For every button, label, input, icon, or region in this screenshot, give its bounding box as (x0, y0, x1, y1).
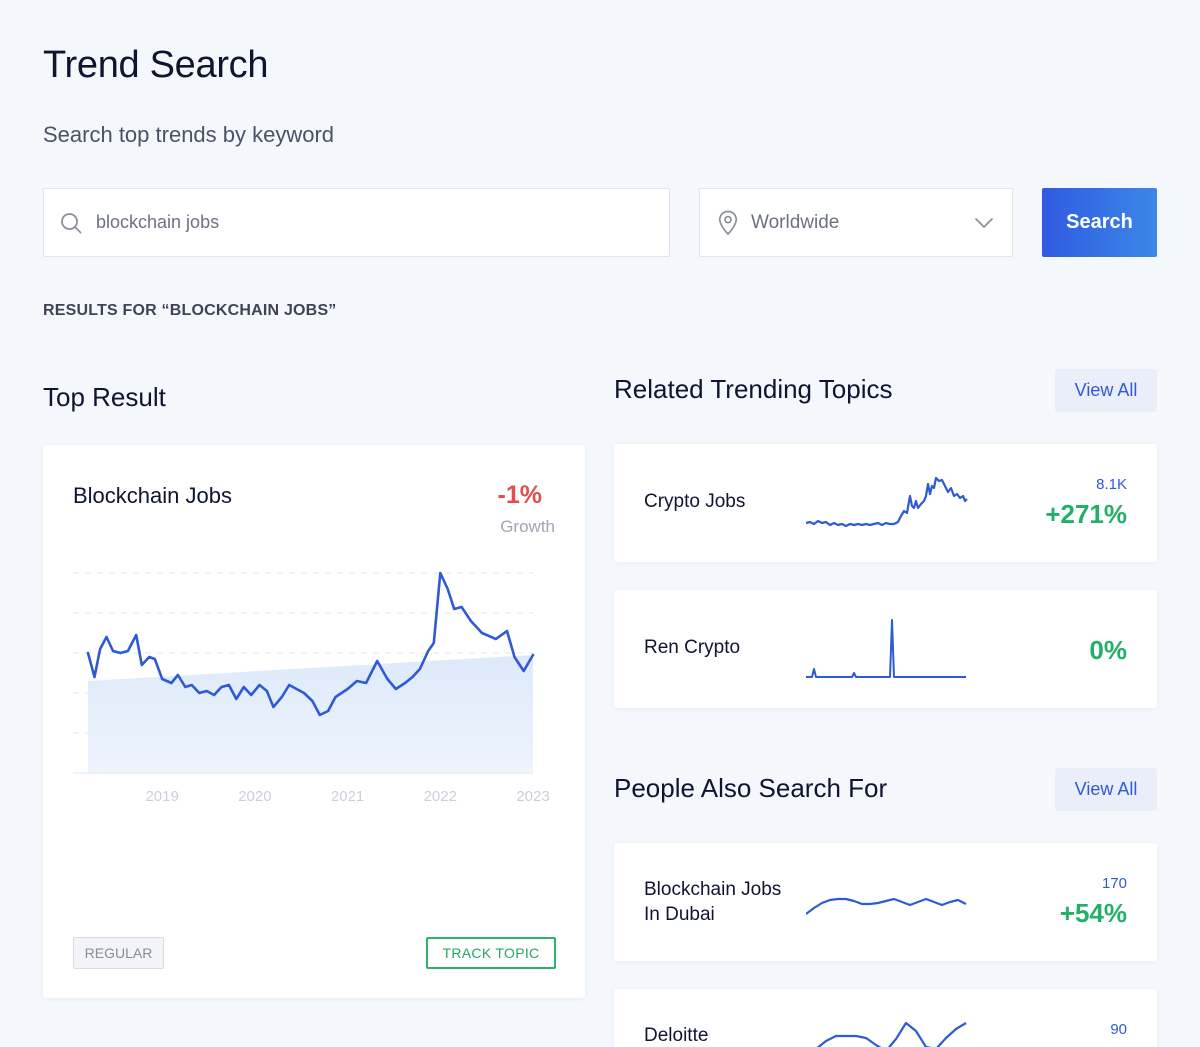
list-item[interactable]: Deloitte 90 (614, 989, 1157, 1047)
topic-growth: +54% (1059, 898, 1127, 928)
trend-area (88, 655, 533, 773)
search-button[interactable]: Search (1042, 188, 1157, 257)
related-view-all-button[interactable]: View All (1055, 369, 1157, 412)
x-tick-label: 2022 (424, 788, 457, 805)
list-item[interactable]: Blockchain Jobs In Dubai 170 +54% (614, 843, 1157, 961)
topic-name: Blockchain Jobs In Dubai (644, 877, 781, 927)
x-tick-label: 2020 (238, 788, 271, 805)
people-also-view-all-button[interactable]: View All (1055, 768, 1157, 811)
page-title: Trend Search (43, 44, 269, 86)
related-topics-title: Related Trending Topics (614, 374, 893, 404)
location-value: Worldwide (751, 212, 840, 233)
page-subtitle: Search top trends by keyword (43, 122, 335, 147)
results-label: RESULTS FOR “BLOCKCHAIN JOBS” (43, 302, 337, 319)
list-item[interactable]: Ren Crypto 0% (614, 590, 1157, 708)
trend-chart: 2019 2020 2021 2022 2023 (73, 571, 550, 805)
topic-volume: 90 (1110, 1021, 1127, 1038)
topic-sparkline (806, 619, 966, 678)
topic-name: Ren Crypto (644, 637, 741, 658)
topic-growth: +271% (1045, 499, 1127, 529)
topic-name: Crypto Jobs (644, 491, 746, 512)
chevron-down-icon (975, 218, 993, 228)
list-item[interactable]: Crypto Jobs 8.1K +271% (614, 444, 1157, 562)
x-tick-label: 2021 (331, 788, 364, 805)
top-result-card[interactable]: Blockchain Jobs -1% Growth 2019 2020 2021 2… (43, 445, 585, 998)
topic-name: Deloitte (644, 1025, 709, 1046)
x-tick-label: 2023 (516, 788, 549, 805)
topic-volume: 8.1K (1096, 476, 1127, 493)
location-select[interactable]: Worldwide (699, 188, 1013, 257)
search-box (43, 188, 670, 257)
topic-name-line1: Blockchain Jobs (644, 879, 782, 900)
topic-sparkline (816, 1021, 967, 1047)
people-also-title: People Also Search For (614, 773, 888, 803)
regular-badge: REGULAR (73, 937, 164, 969)
topic-name-line2: In Dubai (644, 904, 715, 925)
search-icon (61, 213, 82, 234)
top-result-title: Top Result (43, 382, 166, 412)
topic-sparkline (806, 476, 968, 528)
topic-volume: 170 (1101, 875, 1127, 892)
topic-sparkline (806, 897, 967, 915)
search-input[interactable] (96, 189, 656, 256)
topic-growth: 0% (1089, 635, 1127, 665)
track-topic-button[interactable]: TRACK TOPIC (426, 937, 556, 969)
x-tick-label: 2019 (145, 788, 178, 805)
location-pin-icon (718, 210, 738, 236)
